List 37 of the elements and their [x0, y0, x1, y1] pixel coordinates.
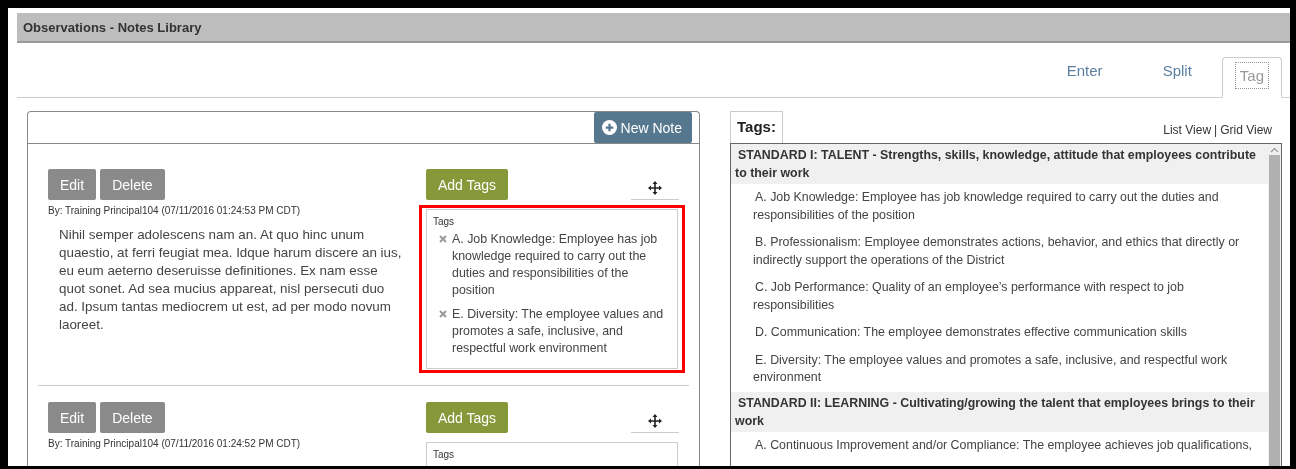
- scrollbar[interactable]: [1268, 144, 1281, 466]
- standard-item[interactable]: A. Continuous Improvement and/or Compliance: The employee achieves job qualifications,: [731, 431, 1268, 459]
- standard-heading: STANDARD II: LEARNING - Cultivating/growing the talent that employees brings to their work: [731, 391, 1268, 432]
- note-byline: By: Training Principal104 (07/11/2016 01:24:52 PM CDT): [48, 438, 302, 449]
- tag-text: E. Diversity: The employee values and promotes a safe, inclusive, and respectful work environment: [452, 306, 665, 357]
- new-note-button[interactable]: New Note: [593, 112, 692, 143]
- delete-button[interactable]: Delete: [100, 402, 165, 433]
- edit-button[interactable]: Edit: [48, 169, 97, 200]
- delete-button[interactable]: Delete: [100, 169, 165, 200]
- scroll-up-icon[interactable]: [1270, 147, 1279, 153]
- standard-item[interactable]: A. Job Knowledge: Employee has job knowledge required to carry out the duties and responsibilities of the position: [731, 184, 1268, 229]
- standard-item[interactable]: C. Job Performance: Quality of an employee’s performance with respect to job responsibilities: [731, 274, 1268, 319]
- tags-heading: Tags:: [730, 111, 783, 143]
- standard-item[interactable]: B. Professionalism: Employee demonstrates actions, behavior, and ethics that directly or indirectly support the operations of the District: [731, 229, 1268, 274]
- add-tags-button[interactable]: Add Tags: [426, 169, 509, 200]
- separator: |: [1214, 123, 1218, 137]
- list-view-link[interactable]: List View: [1163, 123, 1212, 137]
- tags-label: Tags: [433, 449, 456, 460]
- remove-icon[interactable]: [439, 235, 447, 243]
- move-icon[interactable]: [648, 181, 662, 195]
- remove-icon[interactable]: [439, 310, 447, 318]
- edit-button[interactable]: Edit: [48, 402, 97, 433]
- add-tags-button[interactable]: Add Tags: [426, 402, 509, 433]
- window-title: Observations - Notes Library: [17, 13, 1290, 43]
- standard-heading: STANDARD I: TALENT - Strengths, skills, knowledge, attitude that employees contribute to their work: [731, 144, 1268, 184]
- tab[interactable]: Split: [1132, 48, 1222, 97]
- tab[interactable]: Enter: [1036, 48, 1133, 97]
- plus-circle-icon: [601, 120, 617, 135]
- tags-label: Tags: [433, 216, 456, 227]
- standard-item[interactable]: D. Communication: The employee demonstrates effective communication skills: [731, 319, 1268, 347]
- grid-view-link[interactable]: Grid View: [1220, 123, 1272, 137]
- note-text: Nihil semper adolescens nam an. At quo hinc unum quaestio, at ferri feugiat mea. Idque harum discere an ius, eu eum aeterno deseruisse definitiones. Ex nam esse quot sonet. Ad sea mucius appareat, nisl persecuti duo ad. Ipsum tantas mediocrem ut est, ad per modo novum laoreet.: [58, 226, 403, 334]
- standard-item[interactable]: E. Diversity: The employee values and promotes a safe, inclusive, and respectful work environment: [731, 346, 1268, 392]
- tab[interactable]: Tag: [1221, 57, 1282, 98]
- move-icon[interactable]: [648, 414, 662, 428]
- note-byline: By: Training Principal104 (07/11/2016 01:24:53 PM CDT): [48, 205, 302, 216]
- tag-text: A. Job Knowledge: Employee has job knowledge required to carry out the duties and responsibilities of the position: [452, 231, 659, 299]
